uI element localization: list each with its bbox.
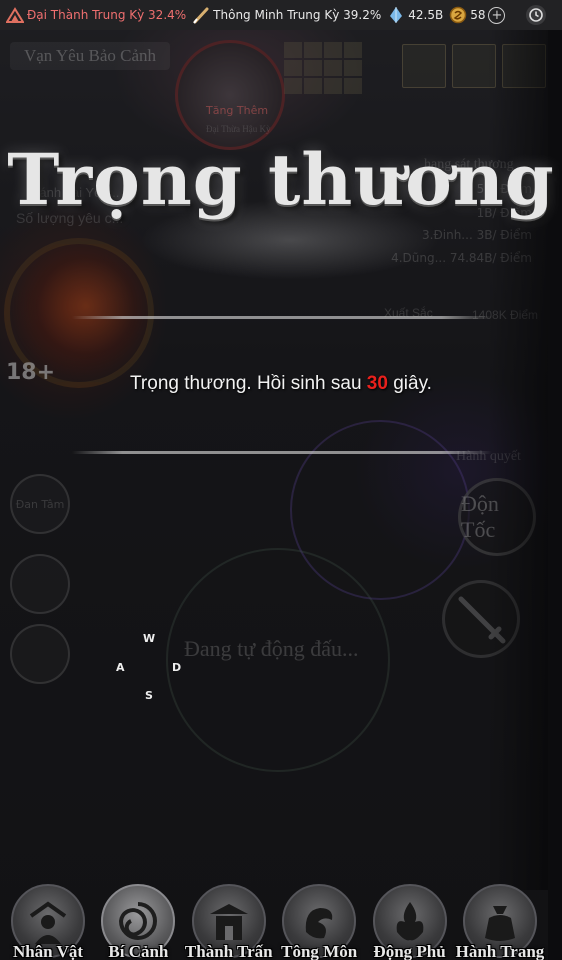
revive-prefix: Trọng thương. Hồi sinh sau bbox=[130, 373, 367, 394]
nav-sect[interactable]: Tông Môn bbox=[275, 884, 363, 960]
nav-bag[interactable]: Hành Trang bbox=[456, 884, 544, 960]
add-gold-button[interactable]: + bbox=[488, 6, 506, 24]
divider-top bbox=[72, 316, 492, 319]
realm-stat[interactable]: Đại Thành Trung Kỳ 32.4% bbox=[6, 6, 186, 24]
spirit-stone-counter[interactable]: 42.5B bbox=[387, 6, 443, 24]
divider-bottom bbox=[72, 451, 492, 454]
nav-secret-realm[interactable]: Bí Cảnh bbox=[94, 884, 182, 960]
nav-bag-label: Hành Trang bbox=[455, 942, 545, 960]
bottom-nav: Nhân Vật Bí Cảnh Thành Trấn Tông Môn Độn… bbox=[0, 884, 548, 960]
clock-button[interactable] bbox=[526, 5, 546, 25]
key-d: D bbox=[172, 661, 182, 674]
key-a: A bbox=[116, 661, 125, 674]
nav-cave-label: Động Phủ bbox=[373, 942, 446, 960]
spirit-stone-icon bbox=[387, 6, 405, 24]
nav-town[interactable]: Thành Trấn bbox=[185, 884, 273, 960]
realm-stat-text: Đại Thành Trung Kỳ 32.4% bbox=[27, 8, 187, 22]
status-bar: Đại Thành Trung Kỳ 32.4% Thông Minh Trun… bbox=[0, 0, 562, 30]
clock-icon bbox=[529, 8, 543, 22]
gold-value: 58 bbox=[470, 8, 486, 22]
gold-coin-icon bbox=[449, 6, 467, 24]
intellect-stat[interactable]: Thông Minh Trung Kỳ 39.2% bbox=[192, 6, 381, 24]
nav-town-label: Thành Trấn bbox=[184, 942, 273, 960]
spirit-stone-value: 42.5B bbox=[408, 8, 444, 22]
intellect-stat-text: Thông Minh Trung Kỳ 39.2% bbox=[213, 8, 382, 22]
nav-secret-realm-label: Bí Cảnh bbox=[108, 942, 169, 960]
revive-message: Trọng thương. Hồi sinh sau 30 giây. bbox=[0, 373, 562, 395]
heavy-injury-title: Trọng thương bbox=[7, 138, 555, 221]
realm-icon bbox=[6, 6, 24, 24]
nav-sect-label: Tông Môn bbox=[281, 942, 358, 960]
gold-counter[interactable]: 58 + bbox=[449, 6, 506, 24]
nav-character-label: Nhân Vật bbox=[12, 942, 84, 960]
brush-icon bbox=[192, 6, 210, 24]
key-w: W bbox=[143, 632, 156, 645]
revive-suffix: giây. bbox=[387, 373, 432, 394]
key-s: S bbox=[145, 689, 153, 702]
nav-cave[interactable]: Động Phủ bbox=[366, 884, 454, 960]
revive-countdown: 30 bbox=[366, 373, 388, 394]
nav-character[interactable]: Nhân Vật bbox=[4, 884, 92, 960]
